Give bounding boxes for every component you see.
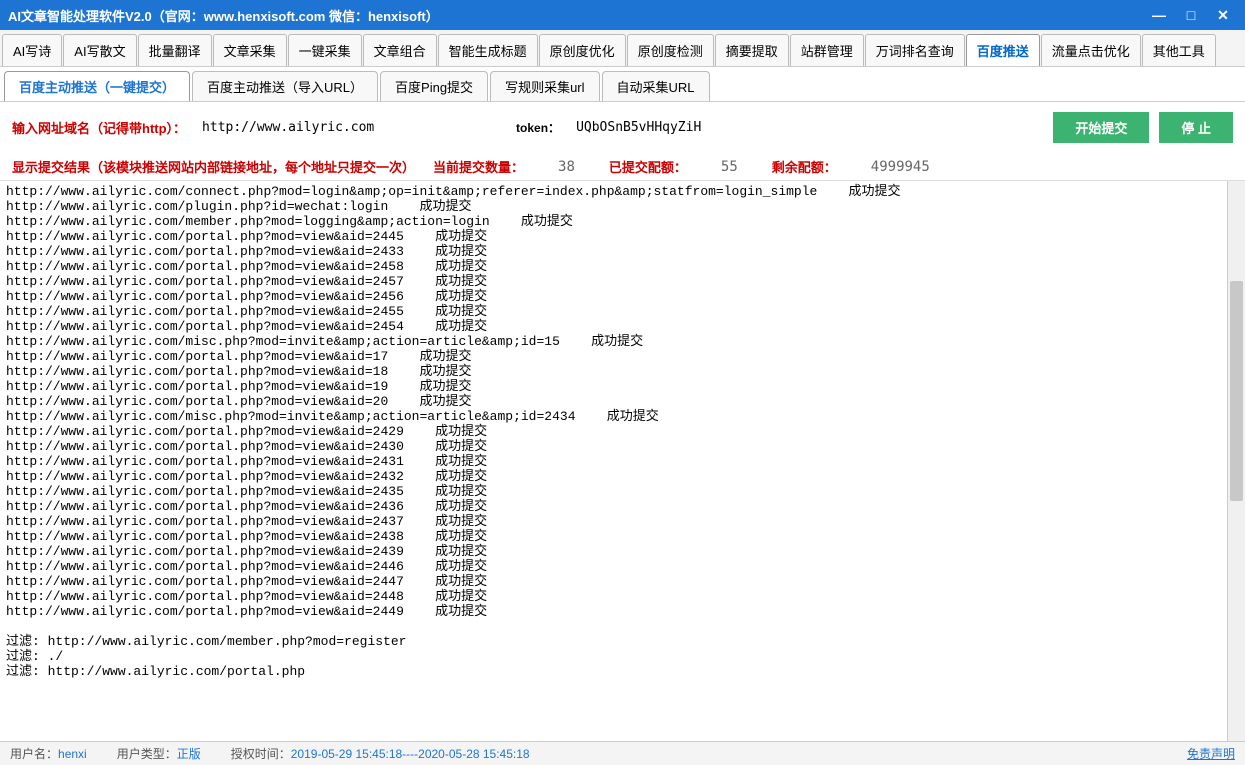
titlebar: AI文章智能处理软件V2.0（官网：www.henxisoft.com 微信：h… xyxy=(0,0,1245,30)
main-tab-12[interactable]: 百度推送 xyxy=(966,34,1040,66)
sub-tab-3[interactable]: 写规则采集url xyxy=(490,71,599,101)
stop-button[interactable]: 停 止 xyxy=(1159,112,1233,143)
result-header: 显示提交结果（该模块推送网站内部链接地址，每个地址只提交一次） 当前提交数量： … xyxy=(0,153,1245,180)
statusbar: 用户名：henxi 用户类型：正版 授权时间：2019-05-29 15:45:… xyxy=(0,741,1245,765)
sub-tab-0[interactable]: 百度主动推送（一键提交） xyxy=(4,71,190,101)
main-tab-8[interactable]: 原创度检测 xyxy=(627,34,714,66)
submitted-quota-value: 55 xyxy=(705,159,754,175)
result-title: 显示提交结果（该模块推送网站内部链接地址，每个地址只提交一次） xyxy=(12,157,415,176)
sub-tab-4[interactable]: 自动采集URL xyxy=(602,71,710,101)
log-container: http://www.ailyric.com/connect.php?mod=l… xyxy=(0,180,1245,741)
main-tab-13[interactable]: 流量点击优化 xyxy=(1041,34,1141,66)
main-tabs: AI写诗AI写散文批量翻译文章采集一键采集文章组合智能生成标题原创度优化原创度检… xyxy=(0,30,1245,67)
scrollbar[interactable] xyxy=(1227,181,1245,741)
main-tab-14[interactable]: 其他工具 xyxy=(1142,34,1216,66)
main-tab-9[interactable]: 摘要提取 xyxy=(715,34,789,66)
main-tab-10[interactable]: 站群管理 xyxy=(790,34,864,66)
status-auth: 授权时间：2019-05-29 15:45:18----2020-05-28 1… xyxy=(231,745,530,762)
input-row: 输入网址域名（记得带http）： token： 开始提交 停 止 xyxy=(0,102,1245,153)
scroll-thumb[interactable] xyxy=(1230,281,1243,501)
main-tab-6[interactable]: 智能生成标题 xyxy=(438,34,538,66)
window-controls: ― □ ✕ xyxy=(1145,5,1237,25)
close-button[interactable]: ✕ xyxy=(1209,5,1237,25)
main-tab-1[interactable]: AI写散文 xyxy=(63,34,136,66)
window-title: AI文章智能处理软件V2.0（官网：www.henxisoft.com 微信：h… xyxy=(8,6,1145,25)
log-output[interactable]: http://www.ailyric.com/connect.php?mod=l… xyxy=(0,181,1227,741)
main-tab-7[interactable]: 原创度优化 xyxy=(539,34,626,66)
current-count-value: 38 xyxy=(542,159,591,175)
main-tab-11[interactable]: 万词排名查询 xyxy=(865,34,965,66)
main-tab-0[interactable]: AI写诗 xyxy=(2,34,62,66)
status-type: 用户类型：正版 xyxy=(117,745,201,762)
main-tab-2[interactable]: 批量翻译 xyxy=(138,34,212,66)
disclaimer-link[interactable]: 免责声明 xyxy=(1187,745,1235,762)
sub-tabs: 百度主动推送（一键提交）百度主动推送（导入URL）百度Ping提交写规则采集ur… xyxy=(0,67,1245,102)
status-user: 用户名：henxi xyxy=(10,745,87,762)
submitted-quota-label: 已提交配额： xyxy=(609,157,687,176)
start-submit-button[interactable]: 开始提交 xyxy=(1053,112,1149,143)
remaining-quota-label: 剩余配额： xyxy=(772,157,837,176)
token-input[interactable] xyxy=(570,117,751,138)
current-count-label: 当前提交数量： xyxy=(433,157,524,176)
domain-label: 输入网址域名（记得带http）： xyxy=(12,118,186,137)
sub-tab-2[interactable]: 百度Ping提交 xyxy=(380,71,488,101)
main-tab-4[interactable]: 一键采集 xyxy=(288,34,362,66)
main-tab-5[interactable]: 文章组合 xyxy=(363,34,437,66)
domain-input[interactable] xyxy=(196,117,436,138)
token-label: token： xyxy=(516,119,560,136)
sub-tab-1[interactable]: 百度主动推送（导入URL） xyxy=(192,71,378,101)
maximize-button[interactable]: □ xyxy=(1177,5,1205,25)
remaining-quota-value: 4999945 xyxy=(855,159,946,175)
main-tab-3[interactable]: 文章采集 xyxy=(213,34,287,66)
minimize-button[interactable]: ― xyxy=(1145,5,1173,25)
